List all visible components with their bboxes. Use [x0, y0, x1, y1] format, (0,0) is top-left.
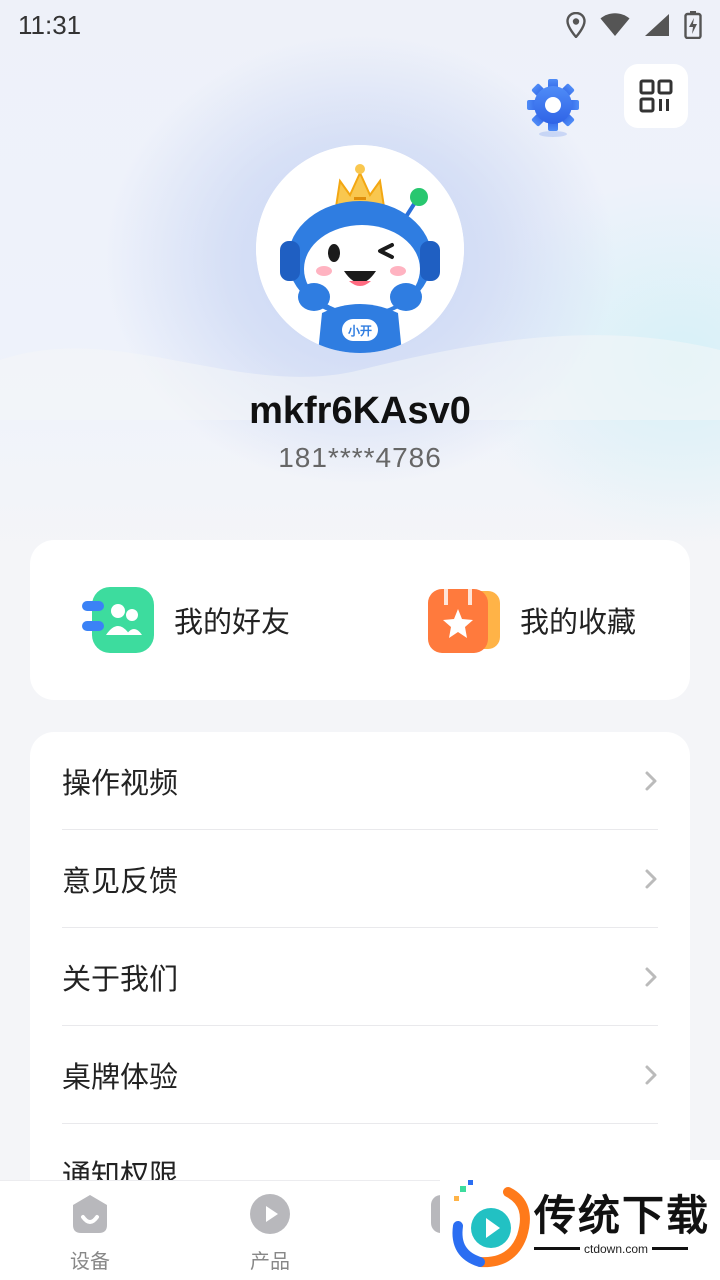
avatar[interactable]: 小开: [256, 145, 464, 353]
device-icon: [73, 1195, 107, 1233]
menu-item-about-us[interactable]: 关于我们: [62, 928, 658, 1026]
location-icon: [566, 12, 586, 38]
play-icon: [250, 1194, 290, 1234]
my-favorites-button[interactable]: 我的收藏: [426, 584, 636, 656]
battery-charging-icon: [684, 11, 702, 39]
site-watermark: 传统下载 ctdown.com: [440, 1160, 720, 1280]
watermark-logo-icon: [452, 1180, 530, 1268]
my-favorites-label: 我的收藏: [520, 605, 637, 639]
favorites-icon: [428, 589, 500, 653]
tab-products[interactable]: 产品: [210, 1193, 330, 1274]
cellular-signal-icon: [645, 14, 669, 36]
menu-item-label: 操作视频: [62, 765, 179, 800]
settings-button[interactable]: [524, 76, 582, 138]
avatar-badge-text: 小开: [348, 323, 372, 338]
chevron-right-icon: [645, 771, 657, 790]
menu-item-label: 意见反馈: [62, 863, 179, 898]
chevron-right-icon: [645, 967, 657, 986]
tab-devices[interactable]: 设备: [30, 1193, 150, 1274]
status-bar: 11:31: [0, 0, 720, 50]
chevron-right-icon: [645, 1065, 657, 1084]
phone-number: 181****4786: [278, 442, 442, 473]
my-friends-label: 我的好友: [174, 605, 291, 639]
watermark-title: 传统下载: [534, 1191, 711, 1240]
status-icons: [566, 11, 702, 39]
username: mkfr6KAsv0: [249, 390, 471, 432]
menu-item-label: 桌牌体验: [62, 1059, 179, 1094]
qr-code-icon: [639, 79, 673, 113]
quick-actions-card: 我的好友 我的收藏: [30, 540, 690, 700]
tab-label: 设备: [70, 1249, 110, 1273]
gear-icon: [527, 79, 579, 137]
status-time: 11:31: [18, 9, 82, 40]
qr-code-button[interactable]: [624, 64, 688, 128]
menu-item-feedback[interactable]: 意见反馈: [62, 830, 658, 928]
tab-label: 产品: [250, 1249, 290, 1273]
robot-mascot-avatar: 小开: [256, 145, 464, 353]
wifi-icon: [600, 13, 630, 36]
friends-icon: [82, 587, 154, 653]
menu-item-table-sign-demo[interactable]: 桌牌体验: [62, 1026, 658, 1124]
my-friends-button[interactable]: 我的好友: [80, 584, 290, 656]
chevron-right-icon: [645, 869, 657, 888]
menu-item-label: 关于我们: [62, 961, 179, 996]
menu-item-tutorial-videos[interactable]: 操作视频: [62, 732, 658, 830]
watermark-url: ctdown.com: [580, 1242, 653, 1256]
